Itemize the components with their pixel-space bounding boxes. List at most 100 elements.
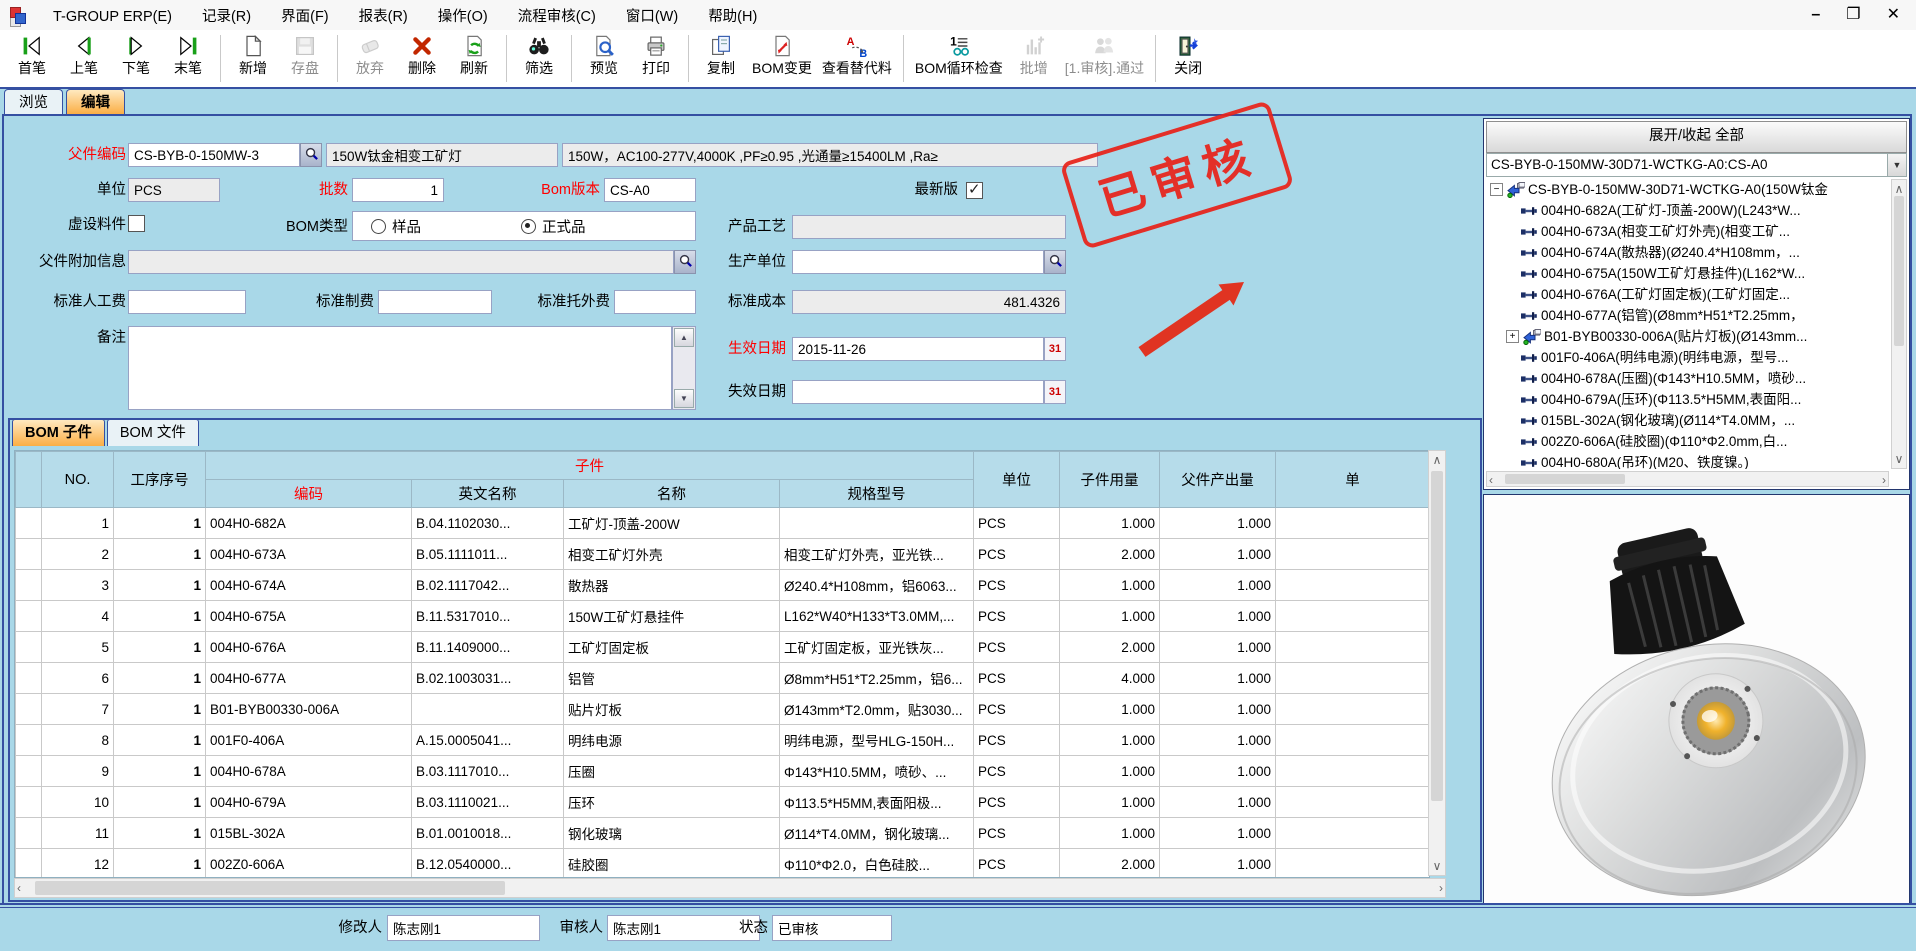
tree-horizontal-scrollbar[interactable]: ‹ ›: [1486, 471, 1889, 487]
cell-seq[interactable]: 1: [114, 849, 206, 879]
cell-en[interactable]: B.05.1111011...: [412, 539, 564, 570]
cell-no[interactable]: 7: [42, 694, 114, 725]
tree-node-0[interactable]: −CS-BYB-0-150MW-30D71-WCTKG-A0(150W钛金: [1486, 179, 1891, 200]
cell-unit[interactable]: PCS: [974, 632, 1060, 663]
scroll-down-icon[interactable]: ▼: [674, 389, 694, 408]
cell-name[interactable]: 明纬电源: [564, 725, 780, 756]
scrollbar-thumb[interactable]: [1894, 196, 1904, 346]
mfg-cost-input[interactable]: [378, 290, 492, 314]
tree-node-4[interactable]: 004H0-675A(150W工矿灯悬挂件)(L162*W...: [1486, 263, 1891, 284]
cell-en[interactable]: B.12.0540000...: [412, 849, 564, 879]
cell-pqty[interactable]: 1.000: [1160, 539, 1276, 570]
cell-seq[interactable]: 1: [114, 632, 206, 663]
expand-collapse-all-button[interactable]: 展开/收起 全部: [1486, 121, 1907, 153]
cell-name[interactable]: 散热器: [564, 570, 780, 601]
parent-extra-input[interactable]: [128, 250, 674, 274]
cell-name[interactable]: 钢化玻璃: [564, 818, 780, 849]
cell-pqty[interactable]: 1.000: [1160, 849, 1276, 879]
view-tab-0[interactable]: 浏览: [4, 89, 63, 114]
tree-node-7[interactable]: +B01-BYB00330-006A(贴片灯板)(Ø143mm...: [1486, 326, 1891, 347]
cell-en[interactable]: B.01.0010018...: [412, 818, 564, 849]
outsource-cost-input[interactable]: [614, 290, 696, 314]
cell-spec[interactable]: Φ113.5*H5MM,表面阳极...: [780, 787, 974, 818]
cell-spec[interactable]: 明纬电源，型号HLG-150H...: [780, 725, 974, 756]
menu-item-6[interactable]: 窗口(W): [611, 5, 693, 29]
cell-code[interactable]: 004H0-679A: [206, 787, 412, 818]
cell-seq[interactable]: 1: [114, 570, 206, 601]
cell-no[interactable]: 11: [42, 818, 114, 849]
cell-sel[interactable]: [16, 601, 42, 632]
toolbar-button-prev-record[interactable]: 上笔: [58, 30, 110, 87]
cell-code[interactable]: 004H0-675A: [206, 601, 412, 632]
restore-button[interactable]: ❐: [1846, 4, 1860, 26]
batch-input[interactable]: [352, 178, 444, 202]
cell-sel[interactable]: [16, 632, 42, 663]
cell-seq[interactable]: 1: [114, 787, 206, 818]
cell-no[interactable]: 9: [42, 756, 114, 787]
bom-version-input[interactable]: [604, 178, 696, 202]
cell-en[interactable]: A.15.0005041...: [412, 725, 564, 756]
bom-type-radio-1[interactable]: [521, 219, 536, 234]
cell-sel[interactable]: [1276, 725, 1430, 756]
toolbar-button-preview[interactable]: 预览: [578, 30, 630, 87]
toolbar-button-delete[interactable]: 删除: [396, 30, 448, 87]
cell-unit[interactable]: PCS: [974, 694, 1060, 725]
cell-qty[interactable]: 2.000: [1060, 849, 1160, 879]
cell-unit[interactable]: PCS: [974, 601, 1060, 632]
cell-no[interactable]: 12: [42, 849, 114, 879]
cell-sel[interactable]: [16, 725, 42, 756]
parent-code-search-button[interactable]: [300, 143, 322, 167]
toolbar-button-print[interactable]: 打印: [630, 30, 682, 87]
scroll-right-icon[interactable]: ›: [1439, 879, 1443, 897]
col-spec-header[interactable]: 规格型号: [780, 480, 974, 508]
toolbar-button-last-record[interactable]: 末笔: [162, 30, 214, 87]
cell-sel[interactable]: [1276, 849, 1430, 879]
cell-seq[interactable]: 1: [114, 539, 206, 570]
cell-no[interactable]: 2: [42, 539, 114, 570]
col-unit-header[interactable]: 单位: [974, 452, 1060, 508]
cell-sel[interactable]: [1276, 694, 1430, 725]
cell-unit[interactable]: PCS: [974, 508, 1060, 539]
table-horizontal-scrollbar[interactable]: ‹ ›: [14, 878, 1446, 898]
col-qty-header[interactable]: 子件用量: [1060, 452, 1160, 508]
cell-unit[interactable]: PCS: [974, 539, 1060, 570]
calendar-icon[interactable]: 31: [1044, 380, 1066, 404]
cell-en[interactable]: B.02.1003031...: [412, 663, 564, 694]
scroll-left-icon[interactable]: ‹: [1489, 471, 1493, 489]
toolbar-button-bom-change[interactable]: BOM变更: [747, 30, 817, 87]
menu-item-1[interactable]: 记录(R): [187, 5, 266, 29]
menu-item-0[interactable]: T-GROUP ERP(E): [38, 5, 187, 29]
parent-code-input[interactable]: [128, 143, 300, 167]
menu-item-5[interactable]: 流程审核(C): [503, 5, 611, 29]
cell-sel[interactable]: [16, 539, 42, 570]
expand-icon[interactable]: +: [1506, 330, 1519, 343]
cell-spec[interactable]: Φ143*H10.5MM，喷砂、...: [780, 756, 974, 787]
cell-spec[interactable]: L243*W243*T1.0MM.亚光...: [780, 508, 974, 539]
effective-date-input[interactable]: [792, 337, 1044, 361]
cell-qty[interactable]: 2.000: [1060, 632, 1160, 663]
cell-sel[interactable]: [1276, 508, 1430, 539]
cell-qty[interactable]: 1.000: [1060, 787, 1160, 818]
cell-sel[interactable]: [1276, 663, 1430, 694]
toolbar-button-close-form[interactable]: 关闭: [1162, 30, 1214, 87]
cell-sel[interactable]: [1276, 570, 1430, 601]
cell-code[interactable]: 002Z0-606A: [206, 849, 412, 879]
cell-no[interactable]: 3: [42, 570, 114, 601]
cell-qty[interactable]: 2.000: [1060, 539, 1160, 570]
cell-en[interactable]: B.02.1117042...: [412, 570, 564, 601]
cell-unit[interactable]: PCS: [974, 756, 1060, 787]
toolbar-button-first-record[interactable]: 首笔: [6, 30, 58, 87]
toolbar-button-substitute[interactable]: AB查看替代料: [817, 30, 897, 87]
toolbar-button-refresh[interactable]: 刷新: [448, 30, 500, 87]
table-vertical-scrollbar[interactable]: ∧ ∨: [1428, 450, 1446, 876]
cell-sel[interactable]: [1276, 601, 1430, 632]
cell-spec[interactable]: L162*W40*H133*T3.0MM,...: [780, 601, 974, 632]
toolbar-button-copy[interactable]: 复制: [695, 30, 747, 87]
cell-code[interactable]: 004H0-674A: [206, 570, 412, 601]
cell-name[interactable]: 铝管: [564, 663, 780, 694]
cell-no[interactable]: 5: [42, 632, 114, 663]
cell-no[interactable]: 6: [42, 663, 114, 694]
cell-name[interactable]: 压环: [564, 787, 780, 818]
cell-code[interactable]: 004H0-676A: [206, 632, 412, 663]
tree-node-9[interactable]: 004H0-678A(压圈)(Φ143*H10.5MM，喷砂...: [1486, 368, 1891, 389]
